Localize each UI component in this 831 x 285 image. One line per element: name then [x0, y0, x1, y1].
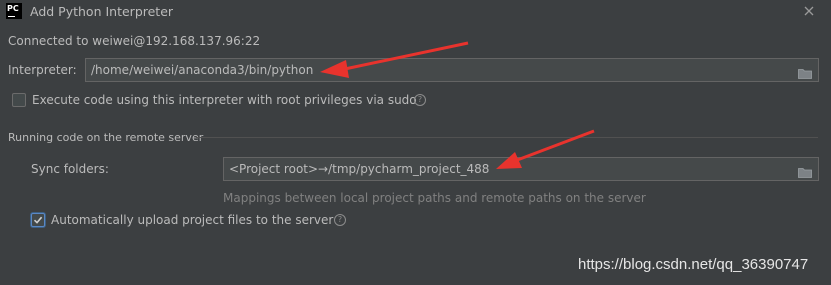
arrow-annotation	[496, 129, 595, 169]
annotation-arrows	[320, 41, 595, 169]
arrow-annotation	[320, 41, 469, 78]
